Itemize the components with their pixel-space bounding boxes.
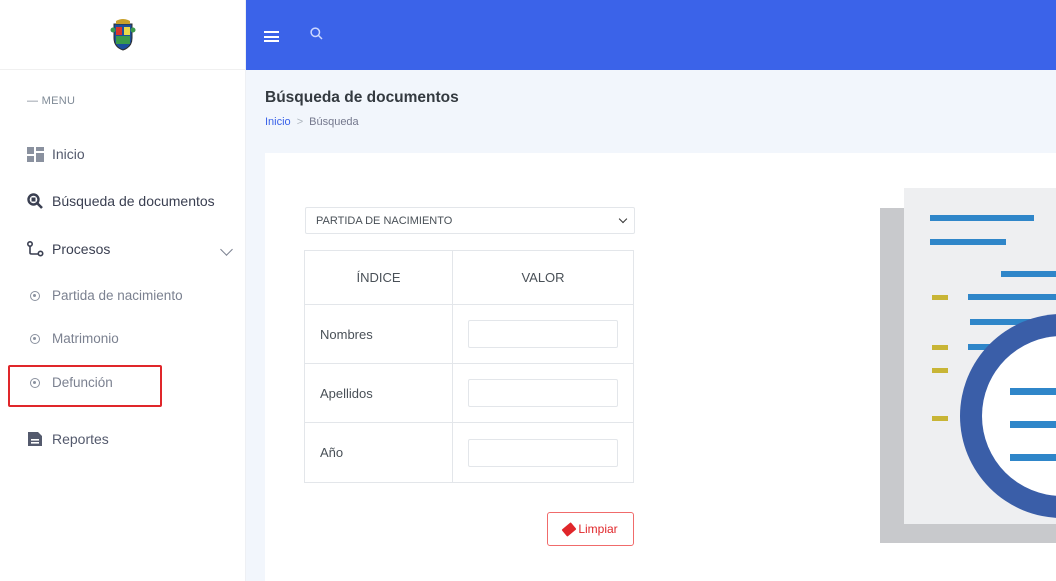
document-search-illustration [880, 188, 1056, 548]
row-value-cell [452, 422, 634, 483]
chevron-down-icon [618, 214, 628, 224]
document-type-value: PARTIDA DE NACIMIENTO [316, 214, 453, 227]
crest-logo [110, 18, 135, 51]
search-index-table: ÍNDICE VALOR Nombres Apellidos Año [304, 250, 634, 483]
row-value-cell [452, 363, 634, 423]
table-row: Año [304, 422, 634, 483]
clear-button[interactable]: Limpiar [547, 512, 634, 546]
highlight-box [8, 365, 162, 407]
table-row: Nombres [304, 304, 634, 364]
sidebar-item-label: Inicio [52, 146, 85, 162]
nombres-input[interactable] [468, 320, 618, 348]
hamburger-menu-icon[interactable] [264, 31, 279, 42]
clear-button-label: Limpiar [578, 522, 618, 536]
breadcrumb: Inicio > Búsqueda [265, 116, 359, 128]
sidebar-item-label: Búsqueda de documentos [52, 193, 215, 209]
logo-area [0, 0, 245, 70]
sidebar-item-inicio[interactable]: Inicio [26, 145, 85, 163]
sidebar-item-partida[interactable]: Partida de nacimiento [30, 288, 183, 303]
table-row: Apellidos [304, 363, 634, 423]
topbar [246, 0, 1056, 70]
row-label: Nombres [304, 304, 453, 364]
circle-dot-icon [30, 333, 40, 344]
sidebar-item-matrimonio[interactable]: Matrimonio [30, 331, 119, 346]
sidebar-item-procesos[interactable]: Procesos [26, 240, 110, 258]
process-icon [26, 240, 44, 258]
page-title: Búsqueda de documentos [265, 89, 459, 106]
table-header-row: ÍNDICE VALOR [304, 250, 634, 305]
column-header-indice: ÍNDICE [304, 250, 453, 305]
dashboard-icon [26, 145, 44, 163]
menu-title: — MENU [27, 95, 76, 107]
sidebar-item-busqueda[interactable]: Búsqueda de documentos [26, 192, 215, 210]
sidebar-item-reportes[interactable]: Reportes [26, 430, 109, 448]
breadcrumb-separator: > [296, 116, 304, 128]
apellidos-input[interactable] [468, 379, 618, 407]
anio-input[interactable] [468, 438, 618, 467]
circle-dot-icon [30, 290, 40, 301]
report-icon [26, 430, 44, 448]
search-doc-icon [26, 192, 44, 210]
document-type-select[interactable]: PARTIDA DE NACIMIENTO [305, 207, 635, 234]
row-value-cell [452, 304, 634, 364]
column-header-valor: VALOR [452, 250, 634, 305]
row-label: Año [304, 422, 453, 483]
sidebar-item-label: Procesos [52, 241, 111, 257]
sidebar-item-label: Partida de nacimiento [52, 288, 183, 303]
sidebar-item-label: Reportes [52, 431, 109, 447]
search-icon[interactable] [310, 27, 323, 43]
breadcrumb-home-link[interactable]: Inicio [265, 116, 291, 128]
eraser-icon [561, 521, 577, 537]
chevron-down-icon[interactable] [220, 243, 233, 256]
sidebar-item-label: Matrimonio [52, 331, 119, 346]
sidebar: — MENU Inicio Búsqueda de documentos Pro… [0, 0, 246, 581]
row-label: Apellidos [304, 363, 453, 423]
breadcrumb-current: Búsqueda [309, 116, 359, 128]
